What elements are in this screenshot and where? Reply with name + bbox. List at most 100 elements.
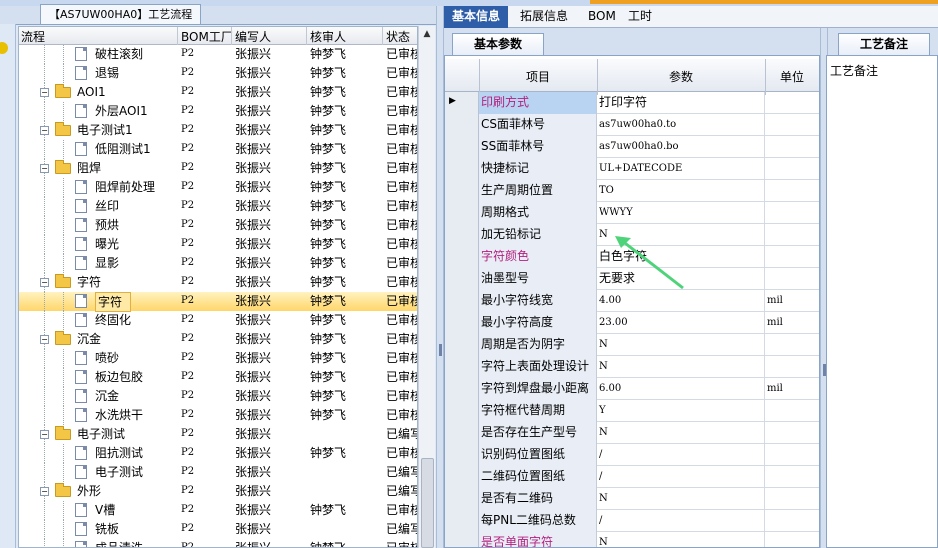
- collapse-icon[interactable]: −: [40, 278, 49, 287]
- param-value-field[interactable]: UL+DATECODE: [597, 158, 765, 180]
- param-row[interactable]: SS面菲林号 as7uw00ha0.bo: [445, 136, 819, 158]
- param-row[interactable]: 每PNL二维码总数 /: [445, 510, 819, 532]
- row-indicator[interactable]: [445, 224, 479, 246]
- param-value-field[interactable]: 23.00: [597, 312, 765, 334]
- row-indicator[interactable]: [445, 422, 479, 444]
- param-row[interactable]: ▶ 印刷方式 打印字符: [445, 92, 819, 114]
- param-value-field[interactable]: Y: [597, 400, 765, 422]
- tree-row[interactable]: 终固化 P2 张振兴 钟梦飞 已审核: [19, 311, 417, 330]
- collapse-icon[interactable]: −: [40, 126, 49, 135]
- tree-row[interactable]: 沉金 P2 张振兴 钟梦飞 已审核: [19, 387, 417, 406]
- process-notes-panel[interactable]: 工艺备注: [826, 55, 938, 548]
- param-row[interactable]: 生产周期位置 TO: [445, 180, 819, 202]
- tree-row[interactable]: − 沉金 P2 张振兴 钟梦飞 已审核: [19, 330, 417, 349]
- row-indicator[interactable]: [445, 114, 479, 136]
- row-indicator[interactable]: [445, 268, 479, 290]
- tree-row[interactable]: 破柱滚刻 P2 张振兴 钟梦飞 已审核: [19, 45, 417, 64]
- tree-row[interactable]: 阻抗测试 P2 张振兴 钟梦飞 已审核: [19, 444, 417, 463]
- row-indicator[interactable]: [445, 136, 479, 158]
- param-row[interactable]: 识别码位置图纸 /: [445, 444, 819, 466]
- tab-extended-info[interactable]: 拓展信息: [512, 6, 576, 28]
- process-tab[interactable]: 【AS7UW00HA0】工艺流程: [40, 4, 202, 24]
- param-value-field[interactable]: N: [597, 422, 765, 444]
- tree-scrollbar[interactable]: ▲: [418, 26, 435, 548]
- param-row[interactable]: 字符到焊盘最小距离 6.00 mil: [445, 378, 819, 400]
- collapse-icon[interactable]: −: [40, 335, 49, 344]
- param-value-field[interactable]: TO: [597, 180, 765, 202]
- tab-work-hours[interactable]: 工时: [620, 6, 660, 28]
- tree-row[interactable]: 预烘 P2 张振兴 钟梦飞 已审核: [19, 216, 417, 235]
- row-indicator[interactable]: [445, 202, 479, 224]
- param-row[interactable]: 是否有二维码 N: [445, 488, 819, 510]
- panel-splitter[interactable]: [436, 6, 444, 548]
- param-row[interactable]: 字符框代替周期 Y: [445, 400, 819, 422]
- param-value-field[interactable]: N: [597, 356, 765, 378]
- param-value-field[interactable]: as7uw00ha0.bo: [597, 136, 765, 158]
- param-row[interactable]: 字符上表面处理设计 N: [445, 356, 819, 378]
- param-row[interactable]: 快捷标记 UL+DATECODE: [445, 158, 819, 180]
- param-row[interactable]: 是否存在生产型号 N: [445, 422, 819, 444]
- param-row[interactable]: CS面菲林号 as7uw00ha0.to: [445, 114, 819, 136]
- param-row[interactable]: 周期是否为阴字 N: [445, 334, 819, 356]
- scroll-thumb[interactable]: [421, 458, 434, 548]
- row-indicator[interactable]: [445, 510, 479, 532]
- row-indicator[interactable]: [445, 378, 479, 400]
- row-indicator[interactable]: ▶: [445, 92, 479, 114]
- param-value-field[interactable]: 6.00: [597, 378, 765, 400]
- param-row[interactable]: 最小字符线宽 4.00 mil: [445, 290, 819, 312]
- tree-row[interactable]: 水洗烘干 P2 张振兴 钟梦飞 已审核: [19, 406, 417, 425]
- tree-row[interactable]: − 字符 P2 张振兴 钟梦飞 已审核: [19, 273, 417, 292]
- param-value-field[interactable]: /: [597, 466, 765, 488]
- tree-row[interactable]: − 电子测试1 P2 张振兴 钟梦飞 已审核: [19, 121, 417, 140]
- scroll-up-icon[interactable]: ▲: [421, 28, 433, 40]
- param-value-field[interactable]: 4.00: [597, 290, 765, 312]
- tree-row[interactable]: − AOI1 P2 张振兴 钟梦飞 已审核: [19, 83, 417, 102]
- tree-row[interactable]: 字符 P2 张振兴 钟梦飞 已审核: [19, 292, 417, 312]
- row-indicator[interactable]: [445, 158, 479, 180]
- row-indicator[interactable]: [445, 334, 479, 356]
- param-value-field[interactable]: N: [597, 532, 765, 547]
- row-indicator[interactable]: [445, 488, 479, 510]
- col-bom-factory[interactable]: BOM工厂: [181, 28, 233, 45]
- tree-row[interactable]: 丝印 P2 张振兴 钟梦飞 已审核: [19, 197, 417, 216]
- collapse-icon[interactable]: −: [40, 164, 49, 173]
- row-indicator[interactable]: [445, 356, 479, 378]
- row-indicator[interactable]: [445, 466, 479, 488]
- col-item[interactable]: 项目: [526, 68, 550, 85]
- tab-basic-info[interactable]: 基本信息: [444, 6, 509, 28]
- tab-basic-params[interactable]: 基本参数: [452, 33, 544, 55]
- tree-row[interactable]: 铣板 P2 张振兴 已编写: [19, 520, 417, 539]
- row-indicator[interactable]: [445, 312, 479, 334]
- tree-row[interactable]: 阻焊前处理 P2 张振兴 钟梦飞 已审核: [19, 178, 417, 197]
- tree-row[interactable]: 显影 P2 张振兴 钟梦飞 已审核: [19, 254, 417, 273]
- collapse-icon[interactable]: −: [40, 88, 49, 97]
- tree-row[interactable]: 板边包胶 P2 张振兴 钟梦飞 已审核: [19, 368, 417, 387]
- row-indicator[interactable]: [445, 400, 479, 422]
- param-value-field[interactable]: WWYY: [597, 202, 765, 224]
- tab-bom[interactable]: BOM: [580, 6, 624, 28]
- row-indicator[interactable]: [445, 246, 479, 268]
- param-value-field[interactable]: 打印字符: [597, 92, 765, 114]
- tree-row[interactable]: 电子测试 P2 张振兴 已编写: [19, 463, 417, 482]
- col-unit[interactable]: 单位: [780, 68, 804, 85]
- tree-row[interactable]: − 外形 P2 张振兴 已编写: [19, 482, 417, 501]
- col-status[interactable]: 状态: [386, 28, 410, 45]
- col-writer[interactable]: 编写人: [235, 28, 271, 45]
- param-row[interactable]: 是否单面字符 N: [445, 532, 819, 547]
- tree-row[interactable]: 成品清洗 P2 张振兴 钟梦飞 已审核: [19, 539, 417, 547]
- param-row[interactable]: 最小字符高度 23.00 mil: [445, 312, 819, 334]
- col-checker[interactable]: 核审人: [310, 28, 346, 45]
- tree-row[interactable]: − 阻焊 P2 张振兴 钟梦飞 已审核: [19, 159, 417, 178]
- row-indicator[interactable]: [445, 180, 479, 202]
- row-indicator[interactable]: [445, 290, 479, 312]
- param-value-field[interactable]: as7uw00ha0.to: [597, 114, 765, 136]
- tree-row[interactable]: − 电子测试 P2 张振兴 已编写: [19, 425, 417, 444]
- param-value-field[interactable]: N: [597, 334, 765, 356]
- row-indicator[interactable]: [445, 444, 479, 466]
- tree-row[interactable]: 外层AOI1 P2 张振兴 钟梦飞 已审核: [19, 102, 417, 121]
- param-row[interactable]: 二维码位置图纸 /: [445, 466, 819, 488]
- collapse-icon[interactable]: −: [40, 430, 49, 439]
- row-indicator[interactable]: [445, 532, 479, 547]
- tab-process-notes[interactable]: 工艺备注: [838, 33, 930, 55]
- param-value-field[interactable]: N: [597, 488, 765, 510]
